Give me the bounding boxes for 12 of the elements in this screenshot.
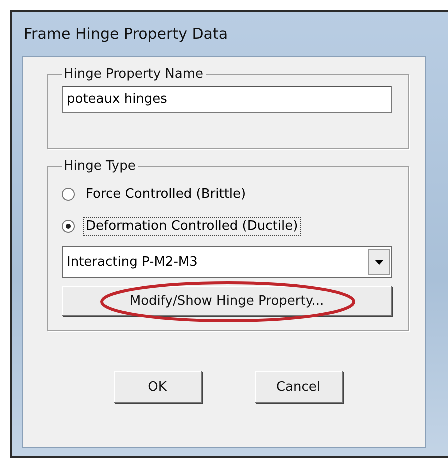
radio-label[interactable]: Force Controlled (Brittle) [83,184,250,204]
dialog-button[interactable]: Cancel [254,371,342,403]
radio-label[interactable]: Deformation Controlled (Ductile) [83,216,302,236]
input-field[interactable]: poteaux hinges [62,86,392,113]
group-label: Hinge Property Name [63,67,205,82]
radio-button[interactable] [62,220,75,232]
radio-button[interactable] [62,188,75,200]
group-label: Hinge Type [63,159,137,174]
dialog-button[interactable]: OK [114,371,202,403]
modify-button[interactable]: Modify/Show Hinge Property... [62,286,392,316]
dropdown[interactable]: Interacting P-M2-M3 [62,246,392,278]
window-title: Frame Hinge Property Data [24,25,228,43]
